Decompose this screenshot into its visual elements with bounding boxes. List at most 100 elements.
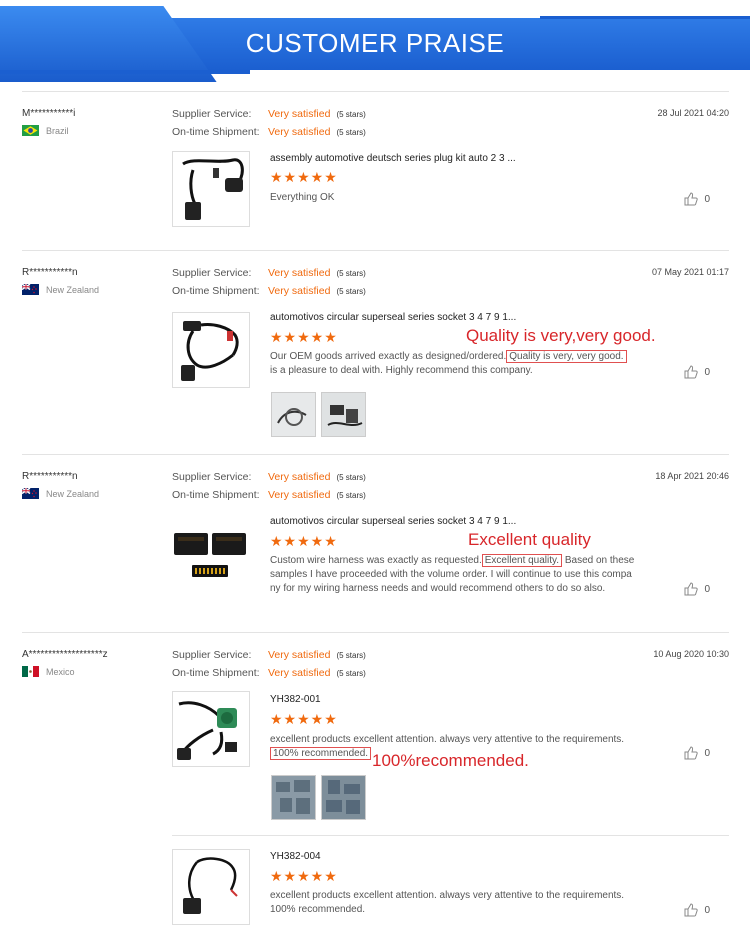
review-photo[interactable] <box>271 775 316 820</box>
new-zealand-flag-icon <box>22 488 39 499</box>
supplier-service-stars: (5 stars) <box>336 110 366 119</box>
callout-text: Excellent quality <box>468 530 591 549</box>
supplier-service-stars: (5 stars) <box>336 651 366 660</box>
product-thumbnail[interactable] <box>172 691 250 767</box>
product-title[interactable]: assembly automotive deutsch series plug … <box>270 153 516 164</box>
review-photo[interactable] <box>321 392 366 437</box>
like-button[interactable]: 0 <box>684 746 710 760</box>
review-date: 10 Aug 2020 10:30 <box>653 649 729 659</box>
new-zealand-flag-icon <box>22 284 39 295</box>
shipment-row: On-time Shipment: Very satisfied (5 stars) <box>172 285 472 297</box>
reviewer-country: New Zealand <box>22 284 99 295</box>
divider <box>172 835 729 836</box>
comment-text: Based on these <box>564 555 635 566</box>
supplier-service-row: Supplier Service: Very satisfied (5 stars) <box>172 108 472 120</box>
like-count: 0 <box>704 904 710 916</box>
reviewer-name: M***********i <box>22 108 76 119</box>
supplier-service-stars: (5 stars) <box>336 473 366 482</box>
supplier-service-row: Supplier Service: Very satisfied (5 stars) <box>172 267 472 279</box>
shipment-label: On-time Shipment: <box>172 489 260 501</box>
product-thumbnail[interactable] <box>172 151 250 227</box>
supplier-service-label: Supplier Service: <box>172 267 252 279</box>
like-count: 0 <box>704 193 710 205</box>
review-comment: Our OEM goods arrived exactly as designe… <box>270 350 670 378</box>
reviewer-country: Brazil <box>22 125 69 136</box>
country-name: Brazil <box>46 125 69 136</box>
product-title[interactable]: YH382-004 <box>270 851 321 862</box>
product-thumbnail[interactable] <box>172 515 250 591</box>
supplier-service-value: Very satisfied <box>268 471 331 483</box>
supplier-service-stars: (5 stars) <box>336 269 366 278</box>
comment-text: ny for my wiring harness needs and would… <box>270 583 606 594</box>
comment-text: samples I have proceeded with the volume… <box>270 569 632 580</box>
divider <box>22 632 729 633</box>
divider <box>22 454 729 455</box>
shipment-label: On-time Shipment: <box>172 667 260 679</box>
shipment-stars: (5 stars) <box>336 491 366 500</box>
cable-image <box>181 321 239 381</box>
header-banner: CUSTOMER PRAISE <box>0 0 750 92</box>
supplier-service-label: Supplier Service: <box>172 471 252 483</box>
review-date: 07 May 2021 01:17 <box>651 267 729 277</box>
cable-image <box>182 158 244 220</box>
supplier-service-label: Supplier Service: <box>172 649 252 661</box>
reviewer-name: R***********n <box>22 267 78 278</box>
product-thumbnail[interactable] <box>172 849 250 925</box>
like-count: 0 <box>704 747 710 759</box>
review-photo[interactable] <box>271 392 316 437</box>
like-button[interactable]: 0 <box>684 903 710 917</box>
shipment-label: On-time Shipment: <box>172 126 260 138</box>
rating-stars: ★★★★★ <box>270 169 338 185</box>
like-button[interactable]: 0 <box>684 365 710 379</box>
like-count: 0 <box>704 366 710 378</box>
supplier-service-value: Very satisfied <box>268 649 331 661</box>
supplier-service-row: Supplier Service: Very satisfied (5 stars) <box>172 471 472 483</box>
cable-image <box>183 857 238 914</box>
cable-image <box>177 701 237 760</box>
shipment-stars: (5 stars) <box>336 287 366 296</box>
comment-text: Custom wire harness was exactly as reque… <box>270 555 482 566</box>
review-photo[interactable] <box>321 775 366 820</box>
supplier-service-value: Very satisfied <box>268 108 331 120</box>
supplier-service-row: Supplier Service: Very satisfied (5 stars) <box>172 649 472 661</box>
reviewer-name: R***********n <box>22 471 78 482</box>
shipment-stars: (5 stars) <box>336 128 366 137</box>
comment-text: excellent products excellent attention. … <box>270 734 625 745</box>
comment-highlight: Excellent quality. <box>481 554 563 567</box>
country-name: New Zealand <box>46 488 100 499</box>
comment-text: excellent products excellent attention. … <box>270 890 625 901</box>
supplier-service-value: Very satisfied <box>268 267 331 279</box>
like-button[interactable]: 0 <box>684 582 710 596</box>
shipment-value: Very satisfied <box>268 285 331 297</box>
review-date: 28 Jul 2021 04:20 <box>657 108 729 118</box>
comment-text: 100% recommended. <box>270 904 366 915</box>
callout-text: Quality is very,very good. <box>466 326 656 345</box>
callout-text: 100%recommended. <box>372 751 529 770</box>
connector-image <box>174 533 246 577</box>
rating-stars: ★★★★★ <box>270 329 338 345</box>
product-thumbnail[interactable] <box>172 312 250 388</box>
reviewer-name: A*******************z <box>22 649 108 660</box>
comment-text: is a pleasure to deal with. Highly recom… <box>270 365 533 376</box>
thumbs-up-icon <box>684 746 699 760</box>
divider <box>22 250 729 251</box>
review-comment: Everything OK <box>270 192 335 203</box>
shipment-row: On-time Shipment: Very satisfied (5 stars) <box>172 489 472 501</box>
product-title[interactable]: YH382-001 <box>270 694 321 705</box>
country-name: Mexico <box>46 666 75 677</box>
country-name: New Zealand <box>46 284 100 295</box>
shipment-value: Very satisfied <box>268 667 331 679</box>
divider <box>22 91 729 92</box>
like-button[interactable]: 0 <box>684 192 710 206</box>
shipment-row: On-time Shipment: Very satisfied (5 stars) <box>172 126 472 138</box>
brazil-flag-icon <box>22 125 39 136</box>
review-comment: excellent products excellent attention. … <box>270 889 670 917</box>
product-title[interactable]: automotivos circular superseal series so… <box>270 312 516 323</box>
comment-highlight: 100% recommended. <box>270 747 372 760</box>
mexico-flag-icon <box>22 666 39 677</box>
product-title[interactable]: automotivos circular superseal series so… <box>270 516 516 527</box>
thumbs-up-icon <box>684 582 699 596</box>
shipment-value: Very satisfied <box>268 126 331 138</box>
reviewer-country: Mexico <box>22 666 75 677</box>
comment-highlight: Quality is very, very good. <box>506 350 627 363</box>
